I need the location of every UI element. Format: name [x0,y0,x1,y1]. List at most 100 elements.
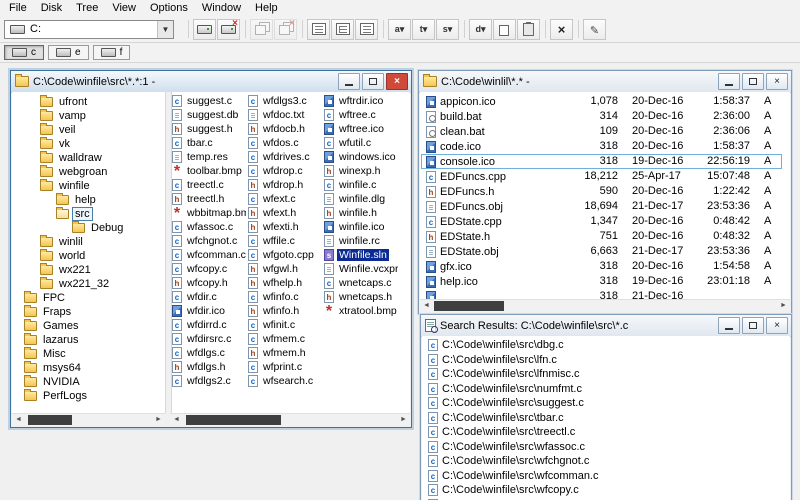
tree-item[interactable]: wx221_32 [12,277,165,291]
file-item[interactable]: wfcopy.c [170,262,246,276]
file-item[interactable]: wfchgnot.c [170,234,246,248]
file-item[interactable]: wftree.ico [322,122,398,136]
file-row[interactable]: EDState.h 751 20-Dec-16 0:48:32 A [420,229,790,244]
file-item[interactable]: wfdrives.c [246,150,322,164]
tree-item[interactable]: ufront [12,95,165,109]
file-item[interactable]: wfdrop.h [246,178,322,192]
permissions-button[interactable] [583,18,606,40]
search-result-item[interactable]: C:\Code\winfile\src\suggest.c [422,396,790,411]
tree-item[interactable]: walldraw [12,151,165,165]
file-item[interactable]: wnetcaps.c [322,276,398,290]
file-row[interactable]: build.bat 314 20-Dec-16 2:36:00 A [420,109,790,124]
search-result-item[interactable]: C:\Code\winfile\src\wfcopy.c [422,483,790,498]
details-horizontal-scrollbar[interactable]: ◄ ► [420,299,790,312]
file-item[interactable]: suggest.db [170,108,246,122]
sort-by-size-button[interactable] [436,18,459,40]
sort-by-name-button[interactable] [388,18,411,40]
titlebar[interactable]: Search Results: C:\Code\winfile\src\*.c … [421,315,791,337]
file-row[interactable]: appicon.ico 1,078 20-Dec-16 1:58:37 A [420,94,790,109]
search-result-item[interactable]: C:\Code\winfile\src\wfchgnot.c [422,454,790,469]
tree-item[interactable]: vk [12,137,165,151]
chevron-down-icon[interactable]: ▼ [157,20,173,38]
file-item[interactable]: wfext.h [246,206,322,220]
scroll-right-arrow[interactable]: ► [152,414,165,426]
sort-by-type-button[interactable] [412,18,435,40]
file-item[interactable]: wfdlgs.h [170,360,246,374]
tree-item[interactable]: webgroan [12,165,165,179]
menu-options[interactable]: Options [143,1,195,15]
minimize-button[interactable] [718,317,740,334]
file-item[interactable]: winfile.h [322,206,398,220]
file-item[interactable]: wfsearch.c [246,374,322,388]
search-result-item[interactable]: C:\Code\winfile\src\lfnmisc.c [422,367,790,382]
file-item[interactable]: wfinfo.h [246,304,322,318]
menu-tree[interactable]: Tree [69,1,105,15]
file-item[interactable]: wfdocb.h [246,122,322,136]
tree-item[interactable]: Fraps [12,305,165,319]
file-row[interactable]: help.ico 318 19-Dec-16 23:01:18 A [420,274,790,289]
tree-item[interactable]: help [12,193,165,207]
file-item[interactable]: wfgwl.h [246,262,322,276]
tree-item[interactable]: wx221 [12,263,165,277]
menu-view[interactable]: View [105,1,143,15]
tree-item[interactable]: Misc [12,347,165,361]
scroll-left-arrow[interactable]: ◄ [12,414,25,426]
view-partial-details-button[interactable] [355,18,378,40]
file-item[interactable]: wfdlgs2.c [170,374,246,388]
scroll-left-arrow[interactable]: ◄ [420,300,433,312]
file-item[interactable]: wnetcaps.h [322,290,398,304]
search-result-item[interactable]: C:\Code\winfile\src\dbg.c [422,338,790,353]
file-item[interactable]: wfdlgs3.c [246,94,322,108]
scrollbar-thumb[interactable] [186,415,281,425]
file-item[interactable]: winfile.rc [322,234,398,248]
file-item[interactable]: Winfile.sln [322,248,398,262]
file-item[interactable]: winfile.ico [322,220,398,234]
close-button[interactable]: × [766,73,788,90]
close-button[interactable]: × [386,73,408,90]
file-item[interactable]: tbar.c [170,136,246,150]
delete-button[interactable] [550,18,573,40]
file-item[interactable]: wfdlgs.c [170,346,246,360]
tree-item[interactable]: msys64 [12,361,165,375]
menu-disk[interactable]: Disk [34,1,69,15]
file-item[interactable]: wfinit.c [246,318,322,332]
file-row[interactable]: EDFuncs.cpp 18,212 25-Apr-17 15:07:48 A [420,169,790,184]
tree-item[interactable]: NVIDIA [12,375,165,389]
minimize-button[interactable] [338,73,360,90]
file-item[interactable]: suggest.h [170,122,246,136]
file-item[interactable]: wfhelp.h [246,276,322,290]
file-item[interactable]: wfdirrd.c [170,318,246,332]
tree-item[interactable]: PerfLogs [12,389,165,403]
search-result-item[interactable]: C:\Code\winfile\src\wfassoc.c [422,440,790,455]
drive-combo[interactable]: C: ▼ [4,19,174,39]
file-item[interactable]: winfile.c [322,178,398,192]
minimize-button[interactable] [718,73,740,90]
tree-item[interactable]: vamp [12,109,165,123]
file-item[interactable]: suggest.c [170,94,246,108]
file-item[interactable]: wfdos.c [246,136,322,150]
file-item[interactable]: xtratool.bmp [322,304,398,318]
tree-item[interactable]: veil [12,123,165,137]
file-row[interactable]: EDFuncs.h 590 20-Dec-16 1:22:42 A [420,184,790,199]
file-item[interactable]: wfexti.h [246,220,322,234]
tree-item[interactable]: src [12,207,165,221]
file-item[interactable]: wfdoc.txt [246,108,322,122]
file-row[interactable]: EDFuncs.obj 18,694 21-Dec-17 23:53:36 A [420,199,790,214]
titlebar[interactable]: C:\Code\winlil\*.* - × [419,71,791,93]
view-name-only-button[interactable] [307,18,330,40]
sort-by-date-button[interactable] [469,18,492,40]
file-item[interactable]: wfassoc.c [170,220,246,234]
search-result-item[interactable]: C:\Code\winfile\src\lfn.c [422,353,790,368]
scroll-right-arrow[interactable]: ► [777,300,790,312]
files-horizontal-scrollbar[interactable]: ◄ ► [170,413,410,426]
tree-item[interactable]: Debug [12,221,165,235]
file-item[interactable]: Winfile.vcxpro [322,262,398,276]
file-item[interactable]: wfdir.ico [170,304,246,318]
menu-file[interactable]: File [2,1,34,15]
file-item[interactable]: toolbar.bmp [170,164,246,178]
search-result-item[interactable]: C:\Code\winfile\src\tbar.c [422,411,790,426]
file-item[interactable]: treectl.c [170,178,246,192]
file-row[interactable]: console.ico 318 19-Dec-16 22:56:19 A [420,154,790,169]
tree-horizontal-scrollbar[interactable]: ◄ ► [12,413,165,426]
file-item[interactable]: treectl.h [170,192,246,206]
